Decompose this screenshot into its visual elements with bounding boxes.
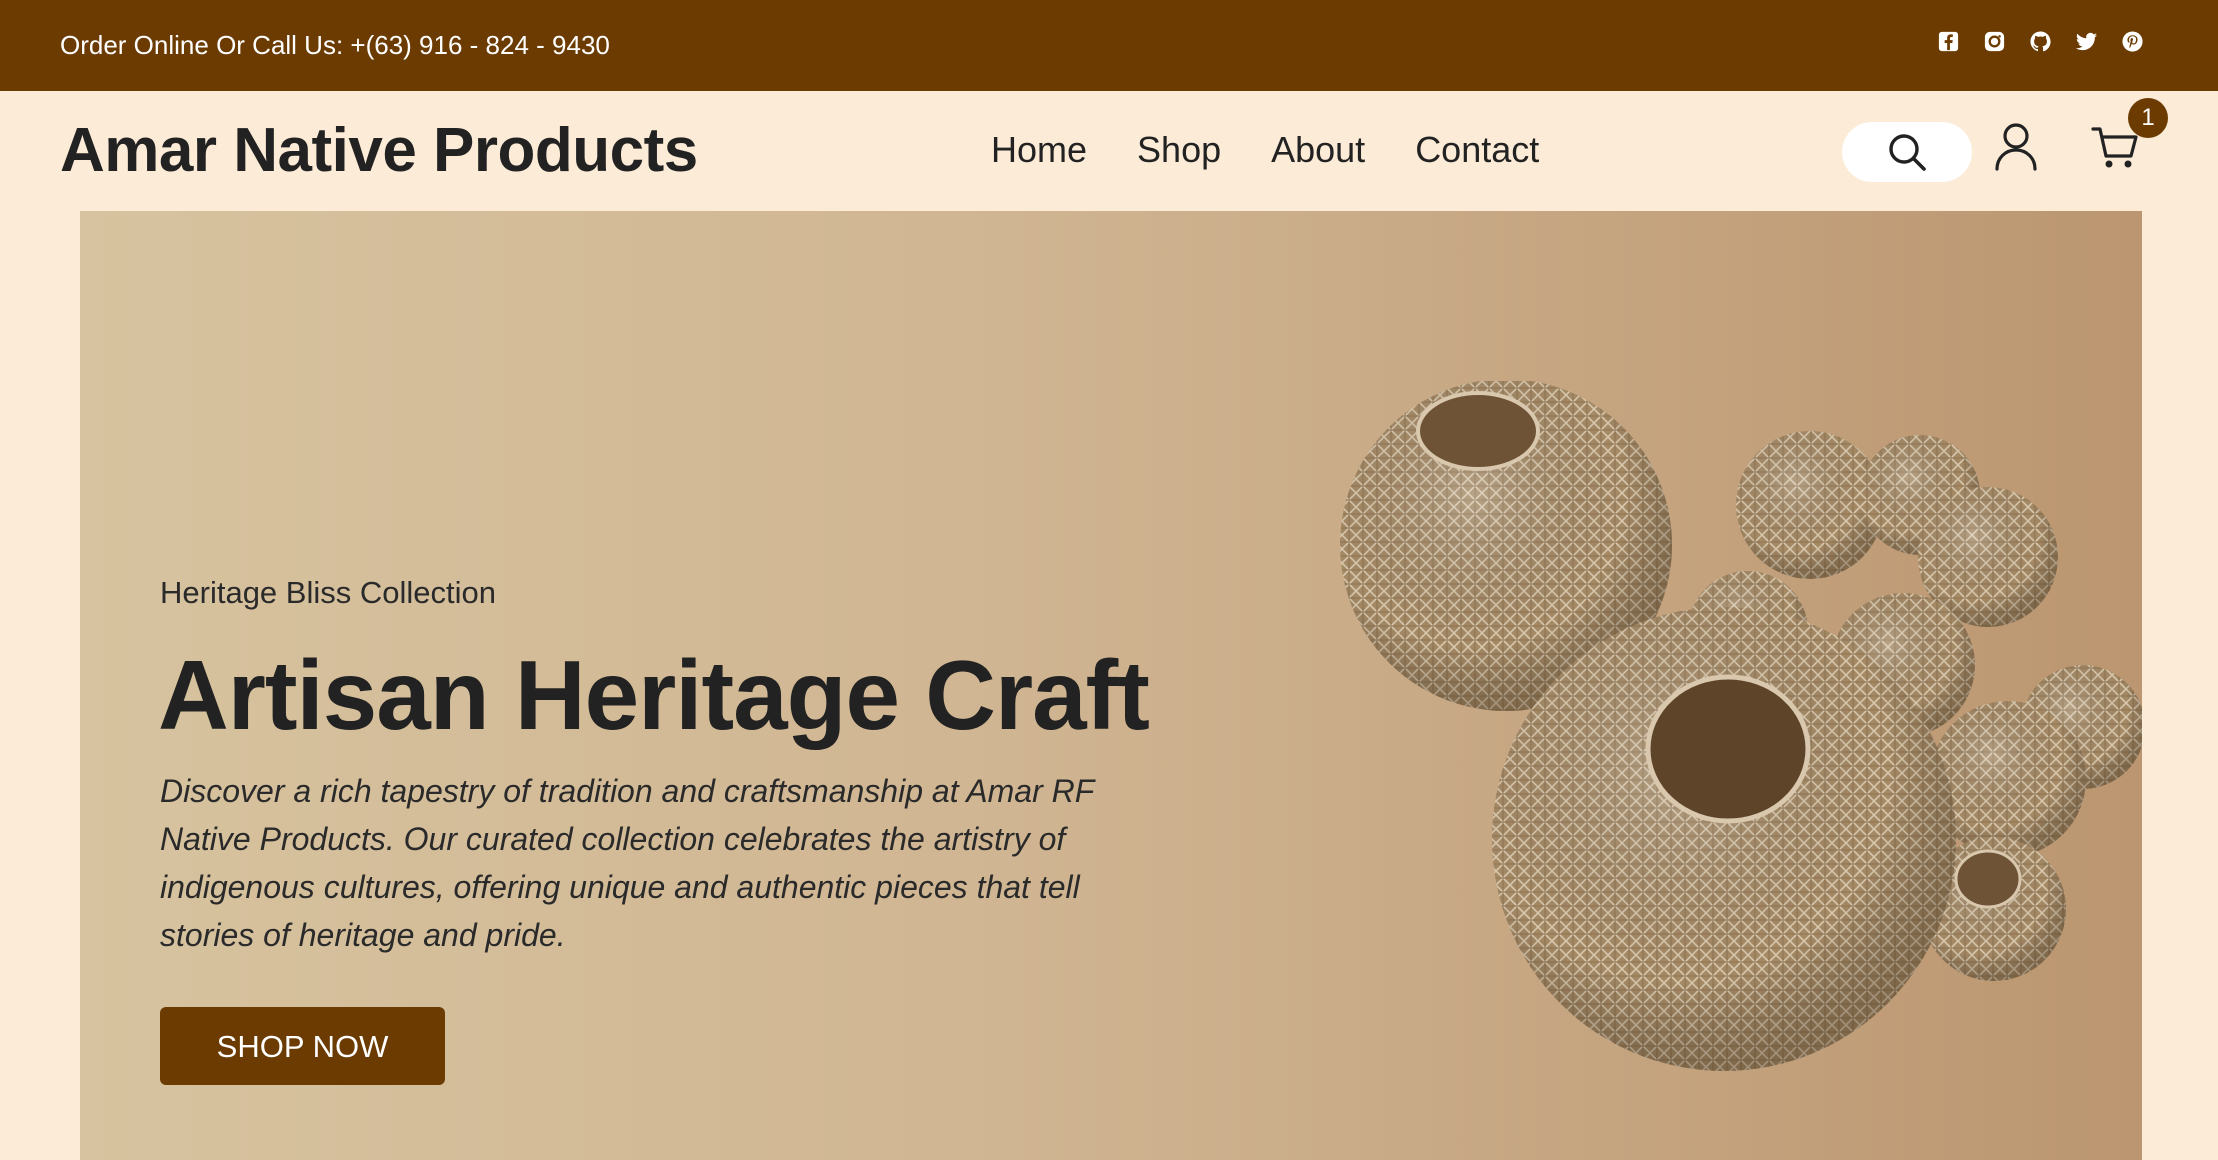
call-info: Order Online Or Call Us: +(63) 916 - 824… (60, 30, 610, 60)
user-icon (1995, 123, 2037, 171)
site-header: Amar Native Products Home Shop About Con… (0, 91, 2218, 211)
search-button[interactable] (1842, 122, 1972, 182)
woven-baskets-image (1340, 381, 2142, 1071)
main-nav: Home Shop About Contact (991, 127, 1539, 173)
hero-kicker: Heritage Bliss Collection (160, 575, 496, 610)
account-button[interactable] (1992, 121, 2040, 173)
hero-banner: Heritage Bliss Collection Artisan Herita… (80, 211, 2142, 1160)
top-bar: Order Online Or Call Us: +(63) 916 - 824… (0, 0, 2218, 91)
nav-contact[interactable]: Contact (1415, 127, 1539, 173)
twitter-icon[interactable] (2075, 30, 2098, 53)
nav-about[interactable]: About (1271, 127, 1365, 173)
hero-description: Discover a rich tapestry of tradition an… (160, 773, 1094, 953)
cart-count-badge: 1 (2128, 98, 2168, 138)
instagram-icon[interactable] (1983, 30, 2006, 53)
facebook-icon[interactable] (1937, 30, 1960, 53)
github-icon[interactable] (2029, 30, 2052, 53)
search-icon (1889, 134, 1926, 171)
social-links (1937, 30, 2144, 53)
nav-shop[interactable]: Shop (1137, 127, 1221, 173)
hero-headline: Artisan Heritage Craft (158, 640, 1150, 750)
shop-now-button[interactable]: SHOP NOW (160, 1007, 445, 1085)
pinterest-icon[interactable] (2121, 30, 2144, 53)
brand-logo[interactable]: Amar Native Products (60, 113, 698, 189)
nav-home[interactable]: Home (991, 127, 1087, 173)
